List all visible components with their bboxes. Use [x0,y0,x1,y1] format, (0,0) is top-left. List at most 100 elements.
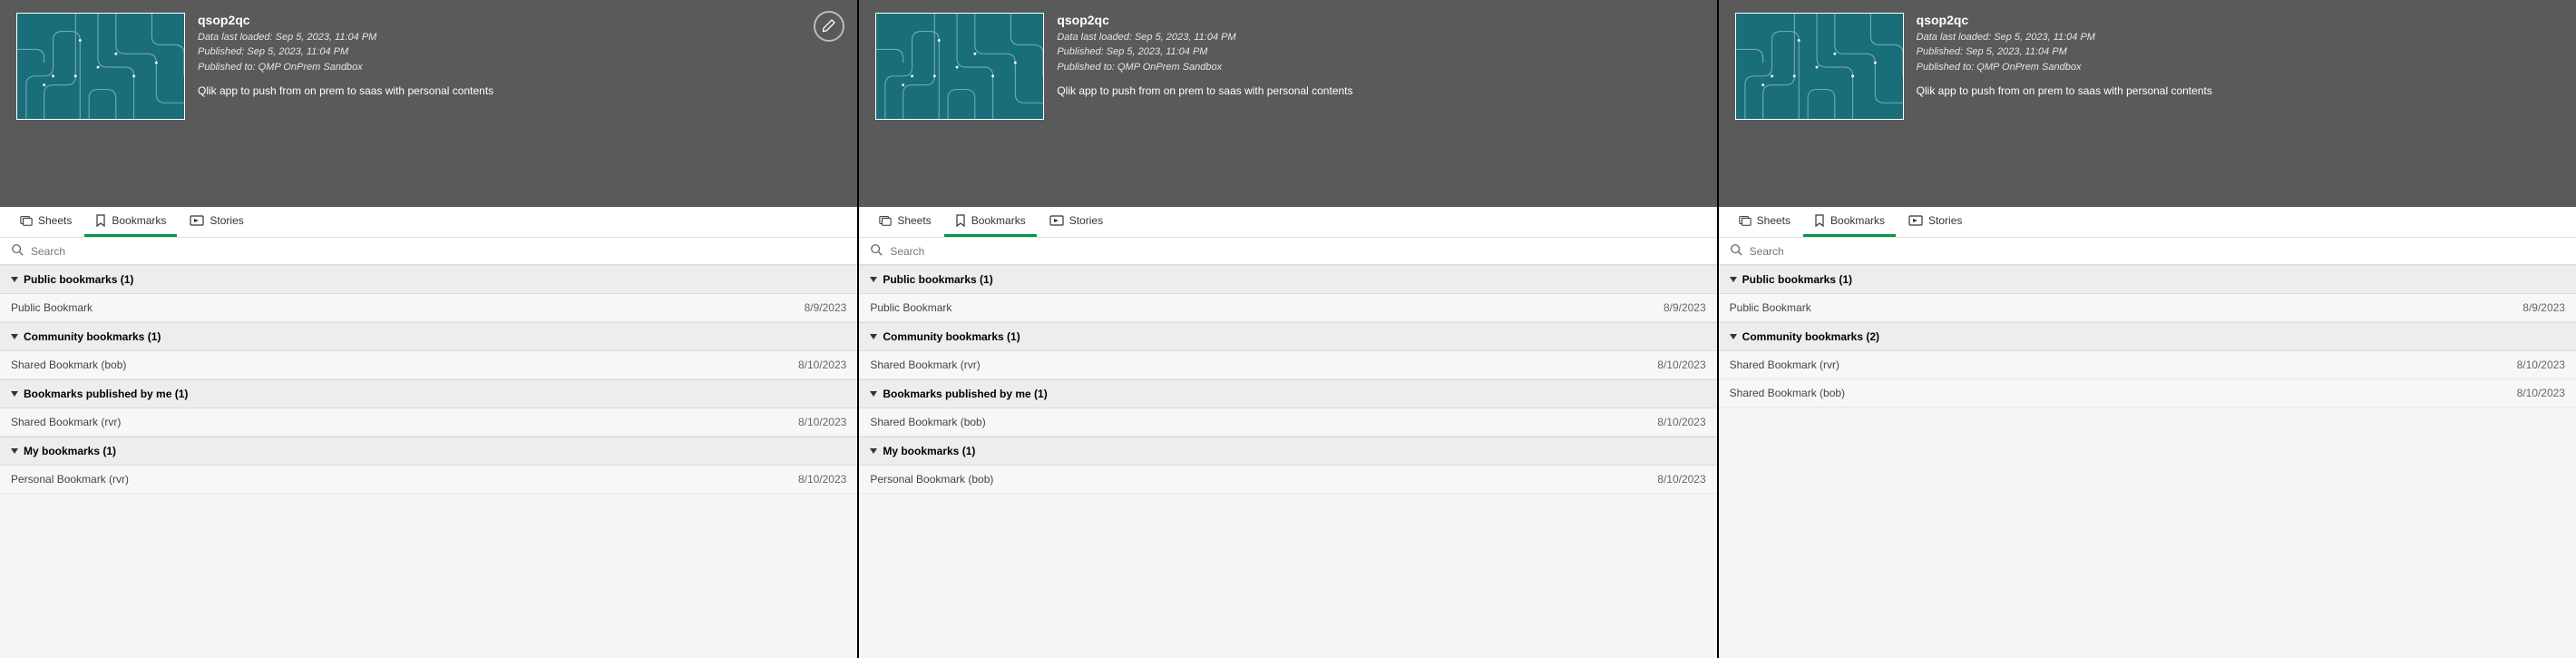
app-header: qsop2qc Data last loaded: Sep 5, 2023, 1… [1719,0,2576,207]
bookmark-name: Shared Bookmark (rvr) [1730,358,1839,371]
chevron-down-icon [1730,334,1737,339]
app-thumbnail [1735,13,1904,120]
tabs: Sheets Bookmarks Stories [859,207,1716,238]
tab-stories[interactable]: Stories [1898,207,1973,237]
app-meta: qsop2qc Data last loaded: Sep 5, 2023, 1… [1917,13,2560,191]
chevron-down-icon [1730,277,1737,282]
bookmark-name: Public Bookmark [1730,301,1811,314]
sheets-icon [20,214,33,227]
chevron-down-icon [870,448,877,454]
group-header[interactable]: Public bookmarks (1) [859,265,1716,294]
bookmark-date: 8/10/2023 [1657,473,1705,486]
group-header[interactable]: My bookmarks (1) [0,437,857,466]
bookmark-item[interactable]: Personal Bookmark (bob) 8/10/2023 [859,466,1716,494]
app-thumbnail [875,13,1044,120]
chevron-down-icon [870,277,877,282]
app-header: qsop2qc Data last loaded: Sep 5, 2023, 1… [859,0,1716,207]
bookmark-icon [1814,214,1825,227]
bookmark-item[interactable]: Shared Bookmark (rvr) 8/10/2023 [0,408,857,437]
bookmark-item[interactable]: Public Bookmark8/9/2023 [0,294,857,322]
group-header[interactable]: Bookmarks published by me (1) [859,379,1716,408]
meta-published: Published: Sep 5, 2023, 11:04 PM [1057,45,1700,58]
bookmark-name: Shared Bookmark (bob) [11,358,126,371]
app-description: Qlik app to push from on prem to saas wi… [1917,84,2560,97]
tabs: Sheets Bookmarks Stories [0,207,857,238]
filler [859,494,1716,658]
bookmark-date: 8/10/2023 [798,473,846,486]
tab-sheets[interactable]: Sheets [868,207,942,237]
bookmark-name: Shared Bookmark (rvr) [11,416,121,428]
group-label: Public bookmarks (1) [1742,273,1852,286]
app-panel: qsop2qc Data last loaded: Sep 5, 2023, 1… [0,0,857,658]
group-label: Bookmarks published by me (1) [24,388,188,400]
search-row [0,238,857,265]
meta-loaded: Data last loaded: Sep 5, 2023, 11:04 PM [1057,31,1700,44]
tab-stories[interactable]: Stories [179,207,254,237]
group-label: Public bookmarks (1) [24,273,133,286]
group-header[interactable]: My bookmarks (1) [859,437,1716,466]
tab-bookmarks[interactable]: Bookmarks [1803,207,1896,237]
search-input[interactable] [1750,245,2565,258]
filler [1719,408,2576,658]
tab-label: Stories [1928,214,1962,227]
bookmark-item[interactable]: Personal Bookmark (rvr)8/10/2023 [0,466,857,494]
bookmark-item[interactable]: Shared Bookmark (rvr) 8/10/2023 [859,351,1716,379]
tab-label: Bookmarks [971,214,1026,227]
stories-icon [1908,215,1923,226]
group-header[interactable]: Community bookmarks (1) [0,322,857,351]
bookmark-item[interactable]: Public Bookmark 8/9/2023 [859,294,1716,322]
tab-bookmarks[interactable]: Bookmarks [84,207,177,237]
group-label: Community bookmarks (1) [24,330,161,343]
group-header[interactable]: Bookmarks published by me (1) [0,379,857,408]
chevron-down-icon [11,334,18,339]
tab-stories[interactable]: Stories [1039,207,1114,237]
search-input[interactable] [890,245,1705,258]
bookmark-name: Public Bookmark [870,301,951,314]
bookmark-icon [955,214,966,227]
search-input[interactable] [31,245,846,258]
bookmark-name: Shared Bookmark (bob) [870,416,985,428]
chevron-down-icon [870,391,877,397]
bookmark-item[interactable]: Shared Bookmark (bob) 8/10/2023 [859,408,1716,437]
bookmark-name: Personal Bookmark (bob) [870,473,993,486]
bookmark-item[interactable]: Public Bookmark8/9/2023 [1719,294,2576,322]
bookmark-date: 8/10/2023 [1657,416,1705,428]
app-title: qsop2qc [1917,13,2560,27]
bookmark-item[interactable]: Shared Bookmark (rvr) 8/10/2023 [1719,351,2576,379]
meta-published: Published: Sep 5, 2023, 11:04 PM [1917,45,2560,58]
group-label: Public bookmarks (1) [883,273,992,286]
tab-label: Stories [210,214,243,227]
group-header[interactable]: Public bookmarks (1) [0,265,857,294]
group-header[interactable]: Community bookmarks (2) [1719,322,2576,351]
tab-bookmarks[interactable]: Bookmarks [944,207,1037,237]
bookmark-date: 8/10/2023 [2517,358,2565,371]
bookmark-item[interactable]: Shared Bookmark (bob)8/10/2023 [0,351,857,379]
bookmark-name: Public Bookmark [11,301,93,314]
chevron-down-icon [11,391,18,397]
group-label: Community bookmarks (1) [883,330,1020,343]
bookmark-item[interactable]: Shared Bookmark (bob)8/10/2023 [1719,379,2576,408]
bookmark-date: 8/10/2023 [1657,358,1705,371]
meta-loaded: Data last loaded: Sep 5, 2023, 11:04 PM [1917,31,2560,44]
tab-sheets[interactable]: Sheets [9,207,83,237]
chevron-down-icon [870,334,877,339]
tab-sheets[interactable]: Sheets [1728,207,1801,237]
group-label: Community bookmarks (2) [1742,330,1879,343]
bookmark-date: 8/9/2023 [1664,301,1706,314]
tab-label: Sheets [38,214,72,227]
group-header[interactable]: Public bookmarks (1) [1719,265,2576,294]
bookmark-date: 8/10/2023 [798,416,846,428]
group-label: My bookmarks (1) [883,445,975,457]
app-description: Qlik app to push from on prem to saas wi… [198,84,841,97]
bookmark-name: Shared Bookmark (rvr) [870,358,980,371]
stories-icon [1049,215,1064,226]
app-panel: qsop2qc Data last loaded: Sep 5, 2023, 1… [857,0,1716,658]
app-title: qsop2qc [1057,13,1700,27]
chevron-down-icon [11,277,18,282]
app-panel: qsop2qc Data last loaded: Sep 5, 2023, 1… [1717,0,2576,658]
bookmark-date: 8/10/2023 [2517,387,2565,399]
sheets-icon [879,214,892,227]
bookmark-icon [95,214,106,227]
group-header[interactable]: Community bookmarks (1) [859,322,1716,351]
tab-label: Stories [1069,214,1103,227]
